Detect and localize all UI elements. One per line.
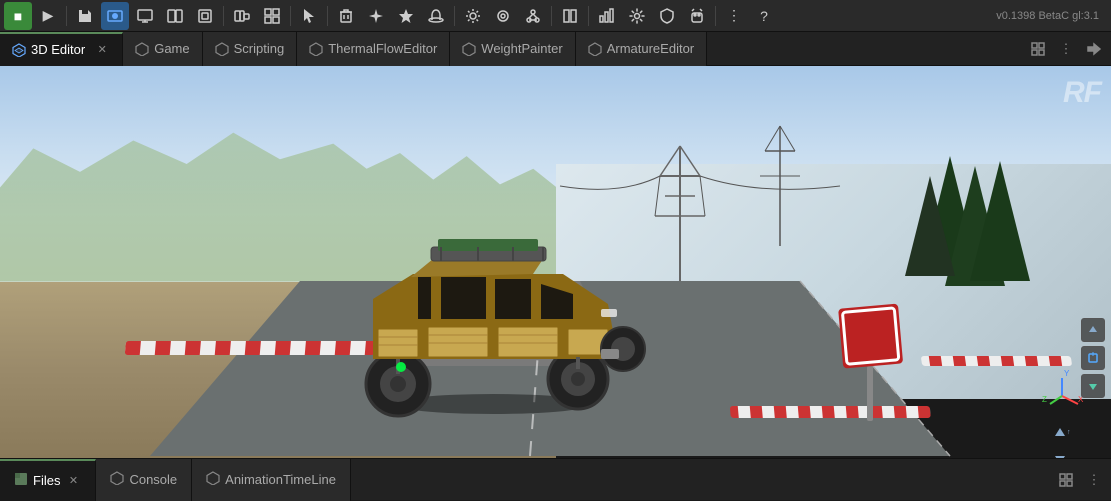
link-button[interactable]	[519, 2, 547, 30]
tab-bar: 3D Editor ✕ Game Scripting ThermalFlowEd…	[0, 32, 1111, 66]
tab-thermal-flow[interactable]: ThermalFlowEditor	[297, 32, 450, 66]
bottom-tab-console[interactable]: Console	[96, 459, 192, 501]
toolbar-separator-4	[327, 6, 328, 26]
stop-button[interactable]: ■	[4, 2, 32, 30]
dots-button[interactable]: ⋮	[720, 2, 748, 30]
camera-view-button[interactable]	[101, 2, 129, 30]
toolbar-separator-1	[66, 6, 67, 26]
viewport[interactable]: Y X Z ↑	[0, 66, 1111, 458]
viewport-scene: Y X Z ↑	[0, 66, 1111, 458]
bottom-tab-files-close[interactable]: ✕	[65, 473, 81, 489]
android-button[interactable]	[683, 2, 711, 30]
game-tab-icon	[135, 42, 149, 56]
bottom-panel: Files ✕ Console AnimationTimeLine ⋮	[0, 458, 1111, 500]
bottom-layout-button[interactable]	[1053, 467, 1079, 493]
sun-button[interactable]	[459, 2, 487, 30]
tab-game[interactable]: Game	[123, 32, 202, 66]
tab-bar-more-button[interactable]: ⋮	[1053, 36, 1079, 62]
bottom-tab-files[interactable]: Files ✕	[0, 459, 96, 501]
viewport-watermark: RF	[1063, 76, 1101, 110]
ring-button[interactable]	[489, 2, 517, 30]
tab-weight-painter[interactable]: WeightPainter	[450, 32, 575, 66]
bottom-tab-console-label: Console	[129, 472, 177, 487]
shield-button[interactable]	[653, 2, 681, 30]
play-button[interactable]: ▶	[34, 2, 62, 30]
weight-tab-icon	[462, 42, 476, 56]
console-icon	[110, 471, 124, 488]
nav-object-icon[interactable]	[1081, 346, 1105, 370]
toolbar-separator-5	[454, 6, 455, 26]
help-button[interactable]: ?	[750, 2, 778, 30]
car-vehicle	[333, 219, 653, 419]
tab-3d-editor-label: 3D Editor	[31, 42, 85, 57]
bottom-tab-animation-label: AnimationTimeLine	[225, 472, 336, 487]
files-icon	[14, 472, 28, 489]
tab-scripting[interactable]: Scripting	[203, 32, 298, 66]
tab-bar-layout-button[interactable]	[1025, 36, 1051, 62]
chart-button[interactable]	[593, 2, 621, 30]
toolbar-separator-7	[588, 6, 589, 26]
toolbar-separator-8	[715, 6, 716, 26]
tab-3d-editor[interactable]: 3D Editor ✕	[0, 32, 123, 66]
frame2-button[interactable]	[556, 2, 584, 30]
frame-button[interactable]	[191, 2, 219, 30]
bottom-tab-animation[interactable]: AnimationTimeLine	[192, 459, 351, 501]
tab-weight-label: WeightPainter	[481, 41, 562, 56]
animation-icon	[206, 471, 220, 488]
version-label: v0.1398 BetaC gl:3.1	[996, 10, 1107, 22]
sparkle-button[interactable]	[362, 2, 390, 30]
settings-button[interactable]	[623, 2, 651, 30]
armature-tab-icon	[588, 42, 602, 56]
gamepad-button[interactable]	[228, 2, 256, 30]
tab-bar-end-buttons: ⋮	[1025, 36, 1111, 62]
nav-arrow-down[interactable]	[1081, 374, 1105, 398]
cursor-button[interactable]	[295, 2, 323, 30]
display2-button[interactable]	[161, 2, 189, 30]
toolbar-separator-3	[290, 6, 291, 26]
bottom-more-button[interactable]: ⋮	[1081, 467, 1107, 493]
top-toolbar: ■ ▶	[0, 0, 1111, 32]
tab-thermal-label: ThermalFlowEditor	[328, 41, 437, 56]
layout-button[interactable]	[258, 2, 286, 30]
delete-button[interactable]	[332, 2, 360, 30]
monitor-button[interactable]	[131, 2, 159, 30]
toolbar-separator-2	[223, 6, 224, 26]
toolbar-separator-6	[551, 6, 552, 26]
bottom-tab-files-label: Files	[33, 473, 60, 488]
tab-armature-editor[interactable]: ArmatureEditor	[576, 32, 707, 66]
tab-game-label: Game	[154, 41, 189, 56]
bottom-panel-end-buttons: ⋮	[1053, 467, 1111, 493]
svg-text:↑: ↑	[1067, 429, 1071, 436]
star-button[interactable]	[392, 2, 420, 30]
scripting-tab-icon	[215, 42, 229, 56]
hat-button[interactable]	[422, 2, 450, 30]
tab-scripting-label: Scripting	[234, 41, 285, 56]
viewport-nav	[1081, 318, 1105, 398]
3d-editor-tab-icon	[12, 43, 26, 57]
nav-arrow-up[interactable]	[1081, 318, 1105, 342]
tab-armature-label: ArmatureEditor	[607, 41, 694, 56]
tab-3d-editor-close[interactable]: ✕	[94, 42, 110, 58]
tab-bar-expand-button[interactable]	[1081, 36, 1107, 62]
save-button[interactable]	[71, 2, 99, 30]
thermal-tab-icon	[309, 42, 323, 56]
